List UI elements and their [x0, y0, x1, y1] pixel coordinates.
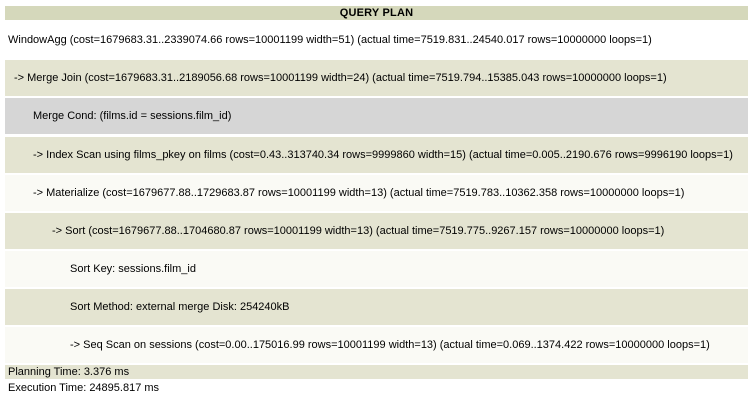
plan-row-merge-cond: Merge Cond: (films.id = sessions.film_id…: [5, 98, 748, 134]
plan-row-text: Sort Method: external merge Disk: 254240…: [70, 301, 290, 313]
column-header-query-plan: QUERY PLAN: [5, 6, 748, 20]
plan-row-materialize: -> Materialize (cost=1679677.88..1729683…: [5, 175, 748, 211]
plan-row-text: Sort Key: sessions.film_id: [70, 263, 196, 275]
planning-time: Planning Time: 3.376 ms: [8, 366, 130, 378]
execution-time-row: Execution Time: 24895.817 ms: [5, 381, 748, 395]
plan-row-text: -> Index Scan using films_pkey on films …: [33, 149, 733, 161]
plan-row-sort: -> Sort (cost=1679677.88..1704680.87 row…: [5, 213, 748, 249]
execution-time: Execution Time: 24895.817 ms: [8, 382, 160, 394]
plan-row-merge-join: -> Merge Join (cost=1679683.31..2189056.…: [5, 60, 748, 96]
plan-row-text: -> Merge Join (cost=1679683.31..2189056.…: [14, 72, 667, 84]
plan-row-sort-key: Sort Key: sessions.film_id: [5, 251, 748, 287]
plan-row-text: WindowAgg (cost=1679683.31..2339074.66 r…: [8, 34, 652, 46]
plan-row-text: -> Sort (cost=1679677.88..1704680.87 row…: [52, 225, 665, 237]
plan-row-index-scan: -> Index Scan using films_pkey on films …: [5, 137, 748, 173]
plan-row-window-agg: WindowAgg (cost=1679683.31..2339074.66 r…: [5, 22, 748, 58]
plan-row-sort-method: Sort Method: external merge Disk: 254240…: [5, 289, 748, 325]
plan-row-text: Merge Cond: (films.id = sessions.film_id…: [33, 110, 232, 122]
plan-row-text: -> Materialize (cost=1679677.88..1729683…: [33, 187, 685, 199]
plan-row-seq-scan: -> Seq Scan on sessions (cost=0.00..1750…: [5, 327, 748, 363]
planning-time-row: Planning Time: 3.376 ms: [5, 365, 748, 379]
plan-row-text: -> Seq Scan on sessions (cost=0.00..1750…: [70, 339, 710, 351]
